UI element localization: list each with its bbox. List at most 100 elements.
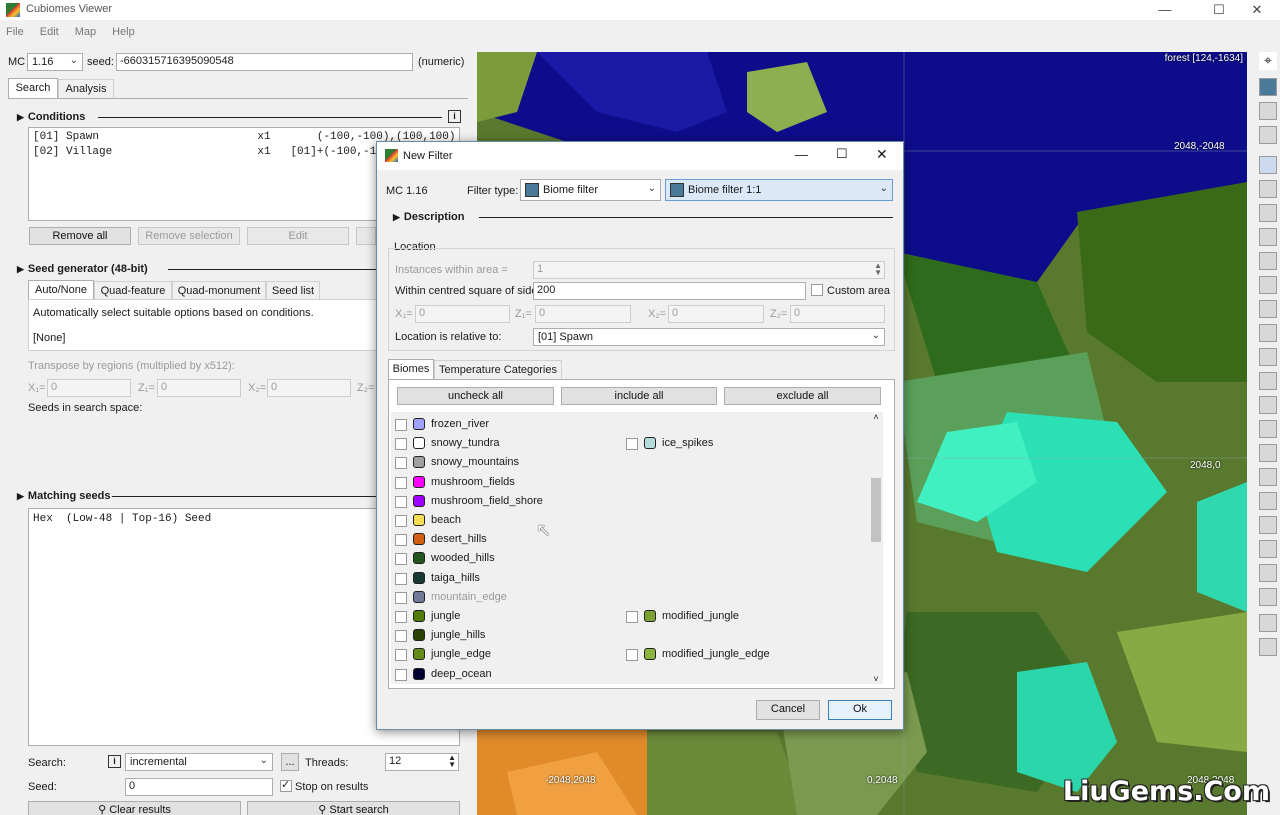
biome-checkbox[interactable]: [626, 649, 638, 662]
tab-quad-feature[interactable]: Quad-feature: [94, 281, 172, 301]
biome-checkbox[interactable]: [395, 630, 407, 643]
biome-checkbox[interactable]: [395, 476, 407, 489]
biome-row[interactable]: ice_spikes: [626, 435, 846, 453]
biome-row[interactable]: jungle_edge: [395, 646, 615, 664]
biome-row[interactable]: jungle_hills: [395, 627, 615, 645]
conditions-header[interactable]: ▶ Conditions: [17, 111, 85, 123]
stop-on-results-checkbox[interactable]: [280, 778, 292, 792]
minimize-icon[interactable]: —: [1142, 0, 1188, 20]
z2-input[interactable]: 0: [790, 305, 885, 323]
stronghold-icon[interactable]: [1259, 638, 1277, 656]
biome-row[interactable]: jungle: [395, 608, 615, 626]
uncheck-all-button[interactable]: uncheck all: [397, 387, 554, 405]
exclude-all-button[interactable]: exclude all: [724, 387, 881, 405]
edit-button[interactable]: Edit: [247, 227, 349, 245]
biome-row[interactable]: mountain_edge: [395, 589, 615, 607]
tab-quad-monument[interactable]: Quad-monument: [172, 281, 266, 301]
search-mode-select[interactable]: incremental ⌄: [125, 753, 273, 771]
close-icon[interactable]: ✕: [1234, 0, 1280, 20]
tab-analysis[interactable]: Analysis: [58, 79, 114, 99]
biome-checkbox[interactable]: [395, 553, 407, 566]
square-side-input[interactable]: 200: [533, 282, 806, 300]
biome-checkbox[interactable]: [395, 591, 407, 604]
scrollbar[interactable]: ˄ ˅: [869, 412, 883, 684]
menu-help[interactable]: Help: [112, 26, 135, 38]
minimize-icon[interactable]: —: [795, 147, 808, 162]
info-icon[interactable]: i: [448, 110, 461, 123]
x2-input[interactable]: 0: [668, 305, 764, 323]
biome-row[interactable]: wooded_hills: [395, 550, 615, 568]
biome-checkbox[interactable]: [395, 419, 407, 431]
start-seed-input[interactable]: 0: [125, 778, 273, 796]
biome-row[interactable]: modified_jungle: [626, 608, 846, 626]
remove-selection-button[interactable]: Remove selection: [138, 227, 240, 245]
remove-all-button[interactable]: Remove all: [29, 227, 131, 245]
description-header[interactable]: ▶ Description: [393, 211, 464, 223]
biome-checkbox[interactable]: [395, 649, 407, 662]
mineshaft-icon[interactable]: [1259, 468, 1277, 486]
end-city-icon[interactable]: [1259, 564, 1277, 582]
filter-type-select[interactable]: Biome filter ⌄: [520, 179, 661, 201]
tab-biomes[interactable]: Biomes: [388, 359, 434, 379]
biome-checkbox[interactable]: [395, 668, 407, 681]
clear-results-button[interactable]: ⚲ Clear results: [28, 801, 241, 815]
instances-spinbox[interactable]: 1 ▲ ▼: [533, 261, 885, 279]
spawn-icon[interactable]: [1259, 614, 1277, 632]
ocean-monument-icon[interactable]: [1259, 324, 1277, 342]
bastion-icon[interactable]: [1259, 516, 1277, 534]
menu-file[interactable]: File: [6, 26, 24, 38]
scroll-down-icon[interactable]: ˅: [869, 674, 883, 684]
x2-input[interactable]: 0: [267, 379, 351, 397]
biome-row[interactable]: deep_ocean: [395, 666, 615, 684]
threads-spinbox[interactable]: 12 ▲ ▼: [385, 753, 459, 771]
scroll-up-icon[interactable]: ˄: [869, 412, 883, 422]
menu-edit[interactable]: Edit: [40, 26, 59, 38]
relative-to-select[interactable]: [01] Spawn ⌄: [533, 328, 885, 346]
z1-input[interactable]: 0: [157, 379, 241, 397]
grid-icon[interactable]: [1259, 156, 1277, 174]
village-icon[interactable]: [1259, 204, 1277, 222]
maximize-icon[interactable]: ☐: [836, 146, 848, 162]
tab-temperature-categories[interactable]: Temperature Categories: [434, 360, 562, 380]
table-header[interactable]: Hex (Low-48 | Top-16) Seed: [33, 513, 211, 525]
crosshair-icon[interactable]: ⌖: [1259, 52, 1277, 70]
matching-seeds-header[interactable]: ▶ Matching seeds: [17, 490, 110, 502]
info-icon[interactable]: i: [108, 755, 121, 768]
igloo-icon[interactable]: [1259, 300, 1277, 318]
swamp-hut-icon[interactable]: [1259, 276, 1277, 294]
more-button[interactable]: [356, 227, 376, 245]
tab-search[interactable]: Search: [8, 78, 58, 98]
tab-seed-list[interactable]: Seed list: [266, 281, 320, 301]
slime-chunks-icon[interactable]: [1259, 180, 1277, 198]
spinner-arrows-icon[interactable]: ▲ ▼: [874, 262, 882, 277]
biome-list[interactable]: frozen_river snowy_tundra snowy_mountains m…: [391, 412, 883, 684]
start-search-button[interactable]: ⚲ Start search: [247, 801, 460, 815]
biome-row[interactable]: mushroom_field_shore: [395, 493, 615, 511]
search-options-button[interactable]: ...: [281, 753, 299, 771]
biome-row[interactable]: snowy_mountains: [395, 454, 615, 472]
gateway-icon[interactable]: [1259, 588, 1277, 606]
biome-checkbox[interactable]: [395, 495, 407, 508]
biome-row[interactable]: snowy_tundra: [395, 435, 615, 453]
menu-map[interactable]: Map: [75, 26, 96, 38]
scrollbar-thumb[interactable]: [871, 478, 881, 542]
layer-biome-icon[interactable]: [1259, 78, 1277, 96]
biome-checkbox[interactable]: [395, 572, 407, 585]
custom-area-checkbox[interactable]: [811, 284, 823, 296]
layer-noise-icon[interactable]: [1259, 102, 1277, 120]
desert-pyramid-icon[interactable]: [1259, 228, 1277, 246]
biome-checkbox[interactable]: [395, 534, 407, 547]
outpost-icon[interactable]: [1259, 396, 1277, 414]
x1-input[interactable]: 0: [47, 379, 131, 397]
seed-generator-header[interactable]: ▶ Seed generator (48-bit): [17, 263, 148, 275]
biome-checkbox[interactable]: [395, 438, 407, 451]
list-item[interactable]: [02] Village x1 [01]+(-100,-100),(1: [33, 146, 416, 158]
tab-auto-none[interactable]: Auto/None: [28, 280, 94, 300]
ruins-icon[interactable]: [1259, 492, 1277, 510]
biome-checkbox[interactable]: [395, 515, 407, 527]
biome-row[interactable]: beach: [395, 512, 615, 530]
biome-checkbox[interactable]: [626, 438, 638, 451]
fortress-icon[interactable]: [1259, 540, 1277, 558]
biome-row[interactable]: desert_hills: [395, 531, 615, 549]
biome-row[interactable]: taiga_hills: [395, 570, 615, 588]
